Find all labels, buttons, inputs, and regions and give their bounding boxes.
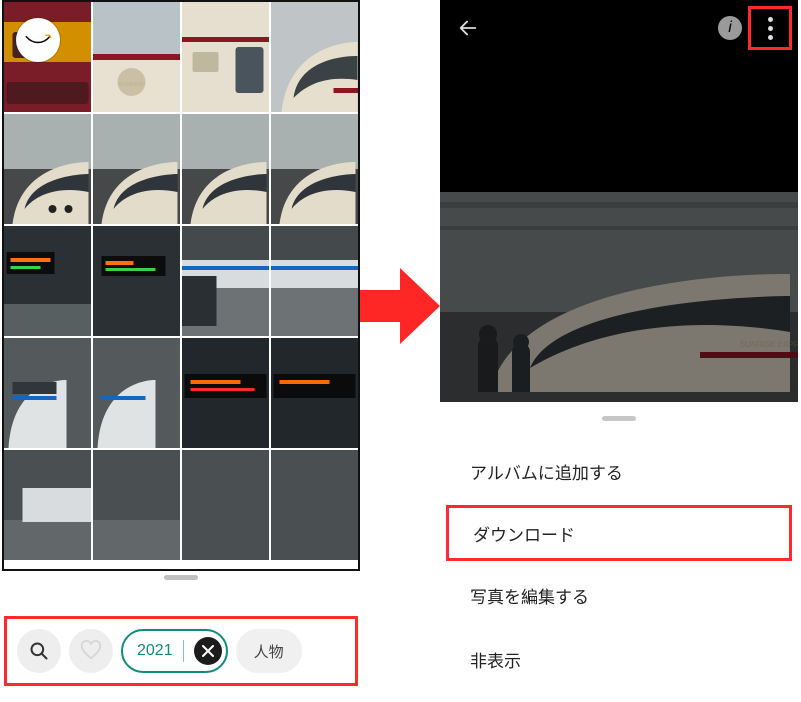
more-vertical-icon [768, 35, 773, 40]
info-icon: i [728, 19, 732, 37]
thumb[interactable] [271, 450, 358, 560]
thumb[interactable] [271, 226, 358, 336]
menu-download[interactable]: ダウンロード [446, 505, 792, 561]
back-button[interactable] [450, 10, 486, 46]
info-button[interactable]: i [718, 16, 742, 40]
thumb[interactable] [182, 2, 269, 112]
thumb[interactable] [93, 114, 180, 224]
account-avatar[interactable] [16, 18, 60, 62]
menu-hide[interactable]: 非表示 [440, 627, 798, 691]
thumb[interactable] [93, 338, 180, 448]
chip-label: 2021 [137, 642, 173, 660]
viewer-black-fill [440, 56, 798, 192]
thumb[interactable] [182, 226, 269, 336]
flow-arrow [360, 262, 440, 350]
thumb[interactable] [182, 450, 269, 560]
thumb[interactable] [4, 338, 91, 448]
svg-text:SUNRISE: SUNRISE [118, 82, 145, 88]
more-vertical-icon [768, 17, 773, 22]
thumb[interactable] [182, 114, 269, 224]
left-phone-gallery: SUNRISE 木, [2, 0, 360, 700]
thumb[interactable]: SUNRISE [93, 2, 180, 112]
photo-grid[interactable]: SUNRISE [2, 0, 360, 571]
menu-edit-photo[interactable]: 写真を編集する [440, 563, 798, 627]
svg-text:SUNRISE EXPRESS: SUNRISE EXPRESS [740, 340, 798, 349]
thumb[interactable] [271, 338, 358, 448]
right-phone-viewer: i [440, 0, 798, 700]
photo-preview[interactable]: SUNRISE EXPRESS [440, 192, 798, 402]
heart-icon [80, 640, 102, 662]
overflow-menu-button[interactable] [748, 6, 792, 50]
search-icon [29, 641, 49, 661]
thumb[interactable] [271, 114, 358, 224]
chip-separator [183, 640, 184, 662]
menu-add-to-album[interactable]: アルバムに追加する [440, 439, 798, 503]
more-vertical-icon [768, 26, 773, 31]
year-filter-chip[interactable]: 2021 [121, 629, 228, 673]
thumb[interactable] [4, 114, 91, 224]
menu-label: ダウンロード [473, 521, 575, 546]
top-bar: i [440, 0, 798, 56]
sheet-drag-handle[interactable] [602, 416, 636, 421]
chip-clear-button[interactable] [194, 637, 222, 665]
menu-label: 非表示 [470, 647, 521, 672]
thumb[interactable] [93, 450, 180, 560]
menu-label: アルバムに追加する [470, 459, 623, 484]
thumb[interactable] [182, 338, 269, 448]
arrow-left-icon [457, 17, 479, 39]
close-icon [202, 645, 214, 657]
pill-label: 人物 [254, 641, 284, 662]
people-filter-pill[interactable]: 人物 [236, 629, 302, 673]
thumb[interactable] [4, 450, 91, 560]
thumb[interactable] [271, 2, 358, 112]
thumb[interactable] [4, 226, 91, 336]
thumb[interactable] [93, 226, 180, 336]
menu-label: 写真を編集する [470, 583, 589, 608]
filter-bar: 2021 人物 [4, 616, 358, 686]
action-sheet: アルバムに追加する ダウンロード 写真を編集する 非表示 [440, 429, 798, 701]
favorites-button[interactable] [69, 629, 113, 673]
search-button[interactable] [17, 629, 61, 673]
drag-handle[interactable] [164, 575, 198, 580]
